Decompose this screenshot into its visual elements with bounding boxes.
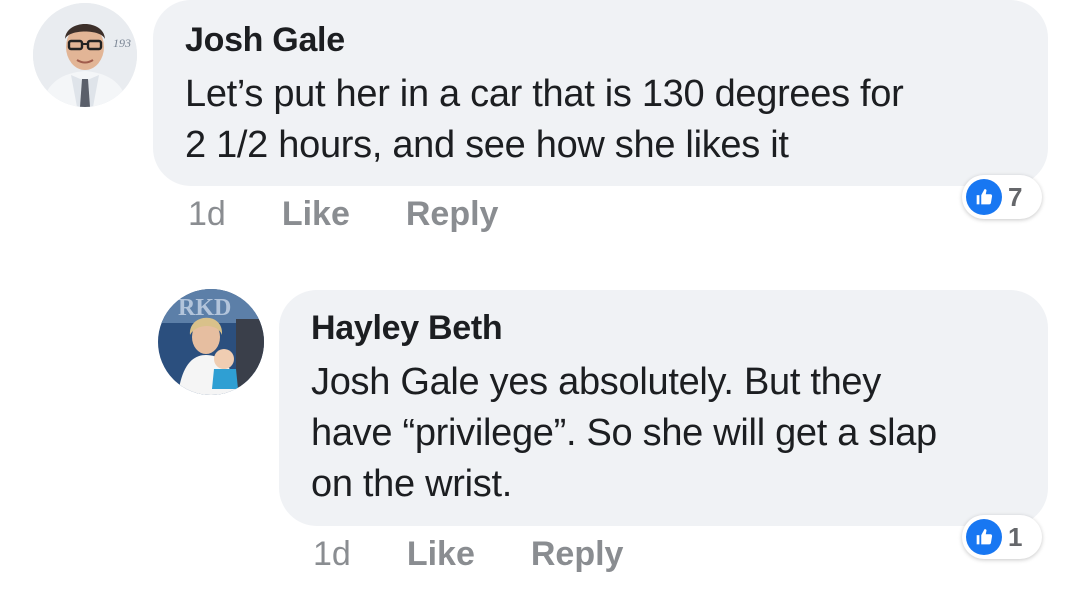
comment-actions: 1d Like Reply	[313, 532, 623, 576]
reaction-summary[interactable]: 1	[962, 515, 1042, 559]
like-button[interactable]: Like	[282, 195, 350, 234]
profile-photo: RKD	[158, 289, 264, 395]
profile-photo: 193	[33, 3, 137, 107]
comment-text: Josh Gale yes absolutely. But they have …	[311, 357, 1016, 510]
comment-text-line: 2 1/2 hours, and see how she likes it	[185, 124, 789, 166]
comment-thread: 193 Josh Gale Let’s put her in a car tha…	[0, 0, 1080, 589]
thumbs-up-icon	[966, 519, 1002, 555]
comment-text-line: have “privilege”. So she will get a slap	[311, 412, 937, 454]
comment-text-line: on the wrist.	[311, 463, 512, 505]
timestamp[interactable]: 1d	[188, 195, 226, 234]
comment-author[interactable]: Hayley Beth	[311, 306, 1016, 350]
avatar[interactable]: RKD	[158, 289, 264, 395]
timestamp[interactable]: 1d	[313, 535, 351, 574]
reply-button[interactable]: Reply	[406, 195, 499, 234]
comment-author[interactable]: Josh Gale	[185, 18, 1016, 62]
like-button[interactable]: Like	[407, 535, 475, 574]
comment-bubble: Josh Gale Let’s put her in a car that is…	[153, 0, 1048, 186]
comment-bubble: Hayley Beth Josh Gale yes absolutely. Bu…	[279, 290, 1048, 526]
avatar[interactable]: 193	[33, 3, 137, 107]
reaction-summary[interactable]: 7	[962, 175, 1042, 219]
reaction-count: 1	[1008, 521, 1023, 552]
thumbs-up-icon	[966, 179, 1002, 215]
reaction-count: 7	[1008, 181, 1023, 212]
comment-text: Let’s put her in a car that is 130 degre…	[185, 69, 1016, 171]
reply-button[interactable]: Reply	[531, 535, 624, 574]
comment-actions: 1d Like Reply	[188, 192, 498, 236]
svg-text:193: 193	[113, 36, 131, 50]
svg-text:RKD: RKD	[178, 295, 231, 321]
comment-text-line: Let’s put her in a car that is 130 degre…	[185, 73, 904, 115]
comment-text-line: Josh Gale yes absolutely. But they	[311, 361, 881, 403]
